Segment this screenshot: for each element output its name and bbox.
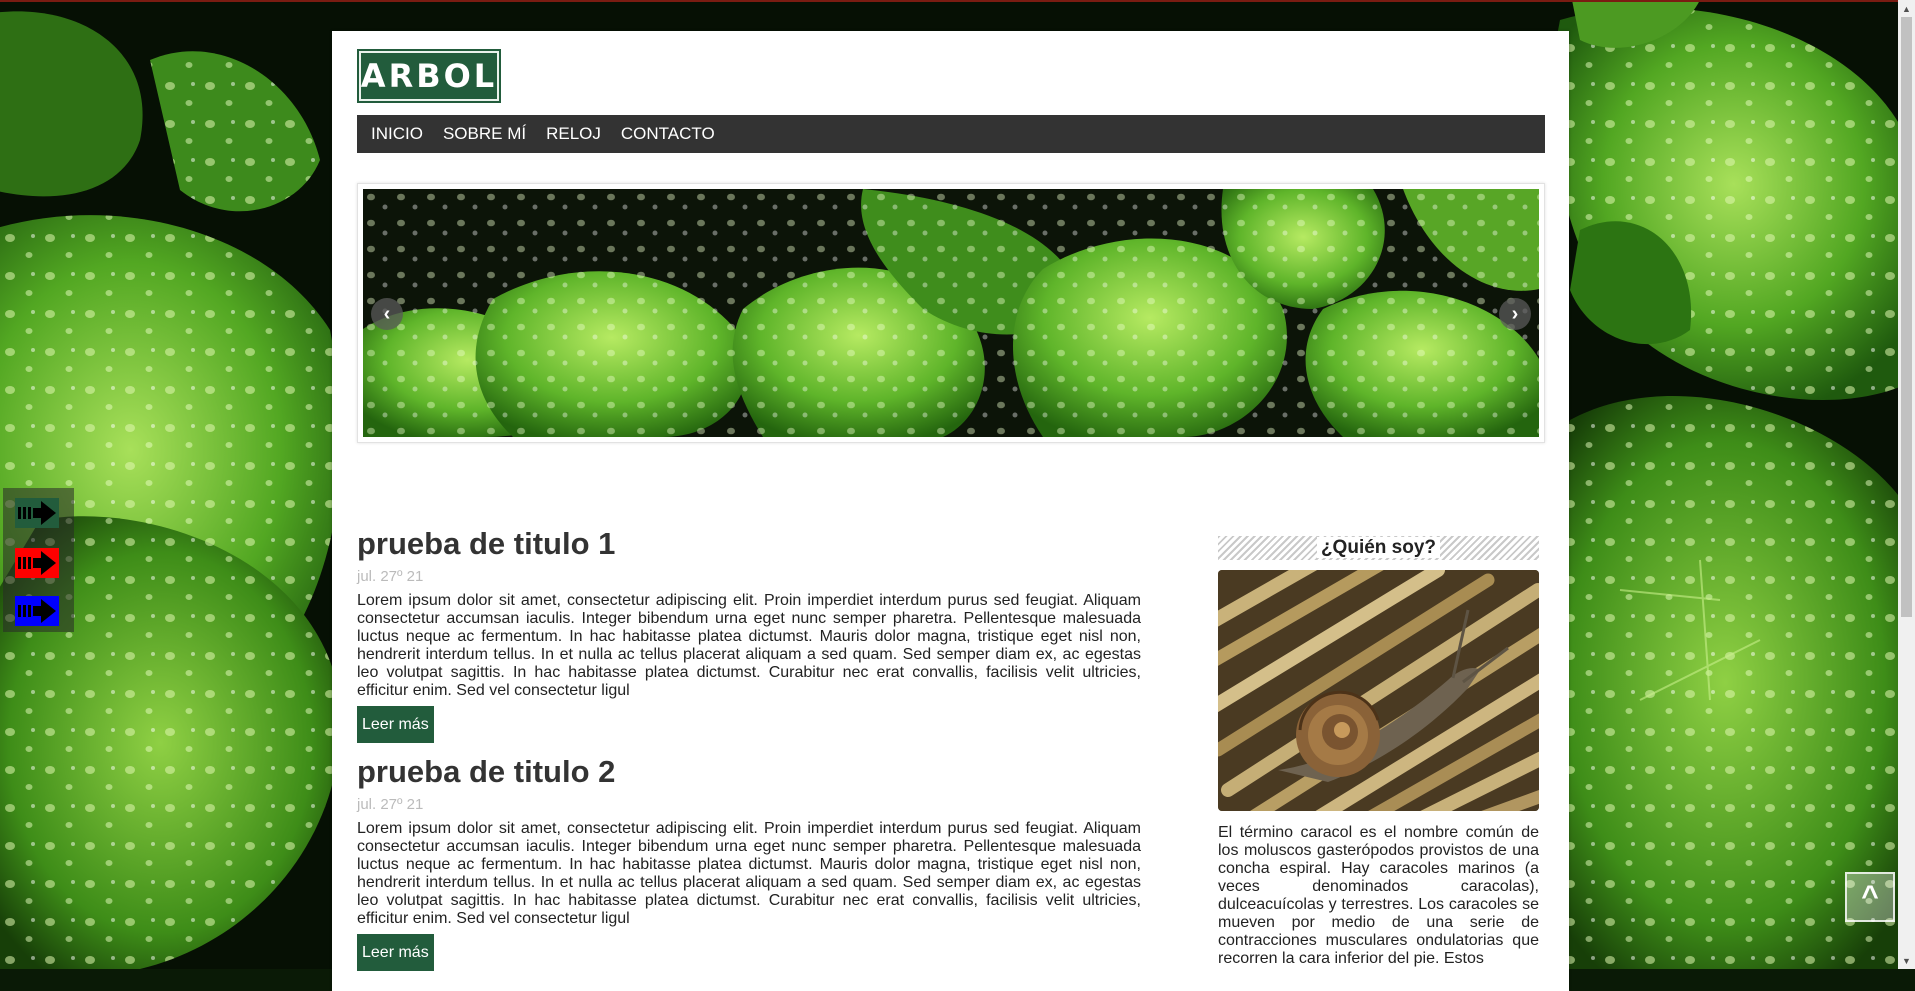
sidebar-title-text: ¿Quién soy? (1316, 537, 1441, 558)
sidebar-title: ¿Quién soy? (1218, 536, 1539, 560)
scrollbar-thumb[interactable] (1901, 17, 1912, 617)
top-border (0, 0, 1915, 2)
post-title[interactable]: prueba de titulo 1 (357, 526, 1141, 562)
chevron-left-icon: ‹ (383, 302, 391, 325)
nav-item-reloj[interactable]: RELOJ (536, 115, 611, 153)
sidebar-text: El término caracol es el nombre común de… (1218, 824, 1539, 967)
slider-next-button[interactable]: › (1499, 298, 1531, 330)
arrow-right-icon (14, 498, 59, 528)
read-more-button[interactable]: Leer más (357, 706, 434, 743)
post-date: jul. 27º 21 (357, 796, 424, 813)
page-scrollbar[interactable]: ▲ ▼ (1898, 0, 1915, 969)
theme-switcher-green[interactable] (10, 492, 63, 534)
post-excerpt: Lorem ipsum dolor sit amet, consectetur … (357, 592, 1141, 699)
arrow-right-icon (14, 548, 59, 578)
post-title[interactable]: prueba de titulo 2 (357, 754, 1141, 790)
arrow-right-icon (14, 596, 59, 626)
scroll-up-icon[interactable]: ▲ (1898, 0, 1915, 17)
nav-item-sobre-mi[interactable]: SOBRE MÍ (433, 115, 536, 153)
snail-image (1218, 570, 1539, 811)
theme-switcher-blue[interactable] (10, 590, 63, 632)
site-logo[interactable]: ARBOL (357, 49, 501, 103)
post-date: jul. 27º 21 (357, 568, 424, 585)
image-slider: ‹ › (357, 183, 1545, 443)
back-to-top-button[interactable]: ^ (1845, 872, 1895, 922)
blog-post: prueba de titulo 2 jul. 27º 21 Lorem ips… (357, 754, 1141, 971)
nav-item-contacto[interactable]: CONTACTO (611, 115, 725, 153)
sidebar: ¿Quién soy? El término caracol es el nom… (1218, 536, 1539, 968)
caret-up-icon: ^ (1861, 880, 1879, 913)
scroll-down-icon[interactable]: ▼ (1898, 952, 1915, 969)
page-container: ARBOL INICIO SOBRE MÍ RELOJ CONTACTO ‹ ›… (332, 31, 1569, 991)
main-nav: INICIO SOBRE MÍ RELOJ CONTACTO (357, 115, 1545, 153)
slider-prev-button[interactable]: ‹ (371, 298, 403, 330)
blog-post: prueba de titulo 1 jul. 27º 21 Lorem ips… (357, 526, 1141, 743)
chevron-right-icon: › (1511, 302, 1519, 325)
read-more-button[interactable]: Leer más (357, 934, 434, 971)
theme-switcher-red[interactable] (10, 542, 63, 584)
post-excerpt: Lorem ipsum dolor sit amet, consectetur … (357, 820, 1141, 927)
nav-item-inicio[interactable]: INICIO (361, 115, 433, 153)
slider-image (363, 189, 1539, 437)
